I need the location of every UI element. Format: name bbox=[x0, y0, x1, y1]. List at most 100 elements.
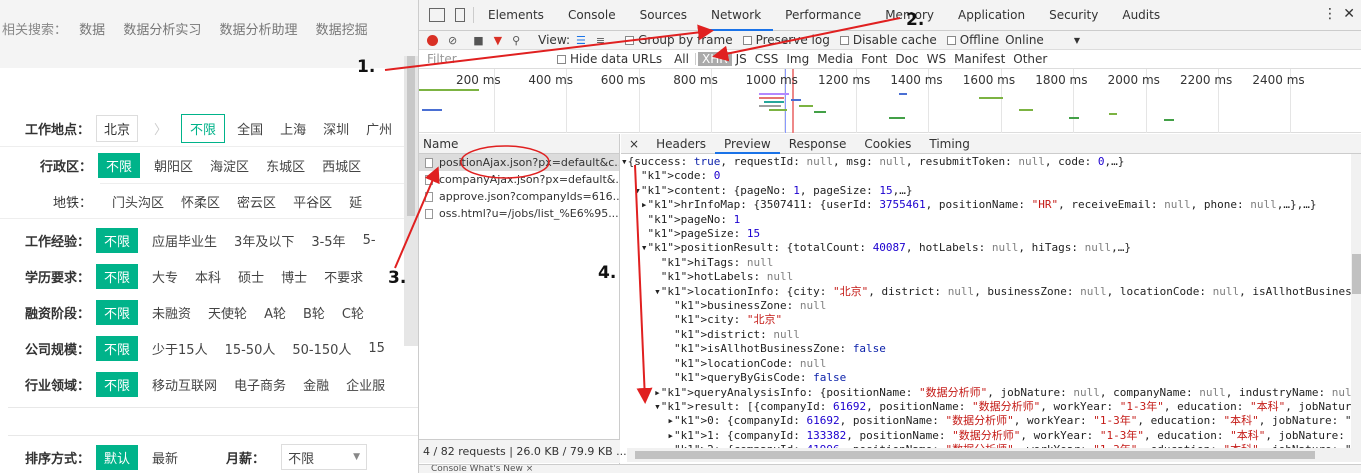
city-option[interactable]: 全国 bbox=[237, 119, 263, 138]
education-option[interactable]: 不要求 bbox=[324, 267, 363, 286]
tab-headers[interactable]: Headers bbox=[647, 134, 715, 154]
page-scrollbar[interactable] bbox=[404, 56, 418, 346]
district-all-option[interactable]: 不限 bbox=[98, 152, 141, 178]
json-tree-line[interactable]: "k1">queryByGisCode: false bbox=[621, 371, 1361, 385]
district-option[interactable]: 西城区 bbox=[322, 156, 361, 175]
tab-console[interactable]: Console bbox=[556, 0, 628, 31]
more-menu-icon[interactable]: ⋮ bbox=[1323, 6, 1337, 22]
group-by-frame-checkbox[interactable] bbox=[625, 35, 635, 45]
console-drawer[interactable]: Console What's New × bbox=[419, 464, 1361, 473]
related-item[interactable]: 数据分析助理 bbox=[219, 23, 297, 38]
type-filter-img[interactable]: Img bbox=[782, 52, 813, 66]
education-option[interactable]: 博士 bbox=[281, 267, 307, 286]
json-tree-line[interactable]: ▾"k1">content: {pageNo: 1, pageSize: 15,… bbox=[621, 184, 1361, 198]
request-list-header[interactable]: Name bbox=[419, 134, 619, 154]
json-tree-line[interactable]: ▾{success: true, requestId: null, msg: n… bbox=[621, 155, 1361, 169]
tab-audits[interactable]: Audits bbox=[1110, 0, 1172, 31]
tab-response[interactable]: Response bbox=[780, 134, 856, 154]
search-icon[interactable]: ⚲ bbox=[512, 34, 520, 47]
offline-checkbox[interactable] bbox=[946, 35, 956, 45]
network-overview-timeline[interactable]: 200 ms 400 ms 600 ms 800 ms 1000 ms 1200 ms 14… bbox=[419, 69, 1361, 133]
tab-preview[interactable]: Preview bbox=[715, 134, 780, 154]
json-preview-tree[interactable]: ▾{success: true, requestId: null, msg: n… bbox=[621, 154, 1361, 458]
tab-cookies[interactable]: Cookies bbox=[855, 134, 920, 154]
json-tree-line[interactable]: ▸"k1">1: {companyId: 133382, positionNam… bbox=[621, 429, 1361, 443]
json-tree-line[interactable]: ▾"k1">result: [{companyId: 61692, positi… bbox=[621, 400, 1361, 414]
industry-option[interactable]: 移动互联网 bbox=[152, 375, 217, 394]
financing-all-option[interactable]: 不限 bbox=[96, 299, 139, 325]
education-option[interactable]: 大专 bbox=[152, 267, 178, 286]
city-option[interactable]: 上海 bbox=[280, 119, 306, 138]
filter-icon[interactable]: ▼ bbox=[494, 34, 502, 47]
json-tree-line[interactable]: "k1">locationCode: null bbox=[621, 357, 1361, 371]
experience-option[interactable]: 5- bbox=[363, 233, 376, 248]
district-option[interactable]: 朝阳区 bbox=[154, 156, 193, 175]
education-option[interactable]: 硕士 bbox=[238, 267, 264, 286]
json-tree-line[interactable]: "k1">pageSize: 15 bbox=[621, 227, 1361, 241]
subway-option[interactable]: 平谷区 bbox=[293, 192, 332, 211]
json-tree-line[interactable]: ▸"k1">queryAnalysisInfo: {positionName: … bbox=[621, 386, 1361, 400]
industry-option[interactable]: 电子商务 bbox=[234, 375, 286, 394]
json-tree-line[interactable]: "k1">businessZone: null bbox=[621, 299, 1361, 313]
industry-option[interactable]: 企业服 bbox=[346, 375, 385, 394]
tab-application[interactable]: Application bbox=[946, 0, 1037, 31]
json-tree-line[interactable]: "k1">district: null bbox=[621, 328, 1361, 342]
company-size-option[interactable]: 15-50人 bbox=[225, 339, 276, 358]
type-filter-doc[interactable]: Doc bbox=[891, 52, 922, 66]
waterfall-view-icon[interactable]: ≡ bbox=[596, 34, 605, 47]
throttling-select[interactable]: Online bbox=[1005, 33, 1044, 47]
sort-default-option[interactable]: 默认 bbox=[96, 444, 139, 470]
request-row[interactable]: positionAjax.json?px=default&c... bbox=[419, 154, 619, 171]
education-option[interactable]: 本科 bbox=[195, 267, 221, 286]
device-toolbar-icon[interactable] bbox=[455, 8, 465, 22]
tab-sources[interactable]: Sources bbox=[628, 0, 699, 31]
financing-option[interactable]: 天使轮 bbox=[208, 303, 247, 322]
json-tree-line[interactable]: ▾"k1">locationInfo: {city: "北京", distric… bbox=[621, 285, 1361, 299]
filter-input[interactable]: Filter bbox=[427, 52, 557, 66]
preserve-log-checkbox[interactable] bbox=[742, 35, 752, 45]
company-size-option[interactable]: 50-150人 bbox=[292, 339, 351, 358]
subway-option[interactable]: 怀柔区 bbox=[181, 192, 220, 211]
request-row[interactable]: approve.json?companyIds=616... bbox=[419, 188, 619, 205]
tab-timing[interactable]: Timing bbox=[920, 134, 979, 154]
type-filter-css[interactable]: CSS bbox=[751, 52, 783, 66]
json-tree-line[interactable]: ▾"k1">positionResult: {totalCount: 40087… bbox=[621, 241, 1361, 255]
industry-all-option[interactable]: 不限 bbox=[96, 371, 139, 397]
json-tree-line[interactable]: "k1">code: 0 bbox=[621, 169, 1361, 183]
district-option[interactable]: 海淀区 bbox=[210, 156, 249, 175]
experience-all-option[interactable]: 不限 bbox=[96, 227, 139, 253]
tab-security[interactable]: Security bbox=[1037, 0, 1110, 31]
type-filter-xhr[interactable]: XHR bbox=[697, 52, 732, 66]
tab-performance[interactable]: Performance bbox=[773, 0, 873, 31]
list-view-icon[interactable]: ☰ bbox=[576, 34, 586, 47]
subway-option[interactable]: 门头沟区 bbox=[112, 192, 164, 211]
preview-vertical-scrollbar[interactable] bbox=[1351, 154, 1361, 448]
financing-option[interactable]: A轮 bbox=[264, 303, 286, 322]
financing-option[interactable]: B轮 bbox=[303, 303, 325, 322]
subway-option[interactable]: 延 bbox=[349, 192, 362, 211]
json-tree-line[interactable]: "k1">pageNo: 1 bbox=[621, 213, 1361, 227]
json-tree-line[interactable]: "k1">city: "北京" bbox=[621, 313, 1361, 327]
type-filter-media[interactable]: Media bbox=[813, 52, 857, 66]
json-tree-line[interactable]: ▸"k1">0: {companyId: 61692, positionName… bbox=[621, 414, 1361, 428]
type-filter-js[interactable]: JS bbox=[732, 52, 751, 66]
location-all-option[interactable]: 不限 bbox=[181, 113, 226, 143]
experience-option[interactable]: 应届毕业生 bbox=[152, 231, 217, 250]
district-option[interactable]: 东城区 bbox=[266, 156, 305, 175]
hide-data-urls-checkbox[interactable] bbox=[557, 54, 566, 64]
tab-network[interactable]: Network bbox=[699, 0, 774, 31]
financing-option[interactable]: C轮 bbox=[342, 303, 364, 322]
industry-option[interactable]: 金融 bbox=[303, 375, 329, 394]
related-item[interactable]: 数据分析实习 bbox=[123, 23, 201, 38]
salary-dropdown[interactable]: 不限 ▼ bbox=[281, 444, 368, 470]
city-selector[interactable]: 北京 bbox=[96, 114, 139, 142]
close-icon[interactable]: ✕ bbox=[1343, 6, 1355, 22]
record-icon[interactable] bbox=[427, 34, 438, 46]
close-icon[interactable]: × bbox=[621, 137, 647, 151]
education-all-option[interactable]: 不限 bbox=[96, 263, 139, 289]
inspect-element-icon[interactable] bbox=[429, 8, 445, 22]
camera-icon[interactable]: ■ bbox=[473, 34, 483, 47]
request-row[interactable]: oss.html?u=/jobs/list_%E6%95... bbox=[419, 205, 619, 222]
request-row[interactable]: companyAjax.json?px=default&... bbox=[419, 171, 619, 188]
tab-elements[interactable]: Elements bbox=[476, 0, 556, 31]
